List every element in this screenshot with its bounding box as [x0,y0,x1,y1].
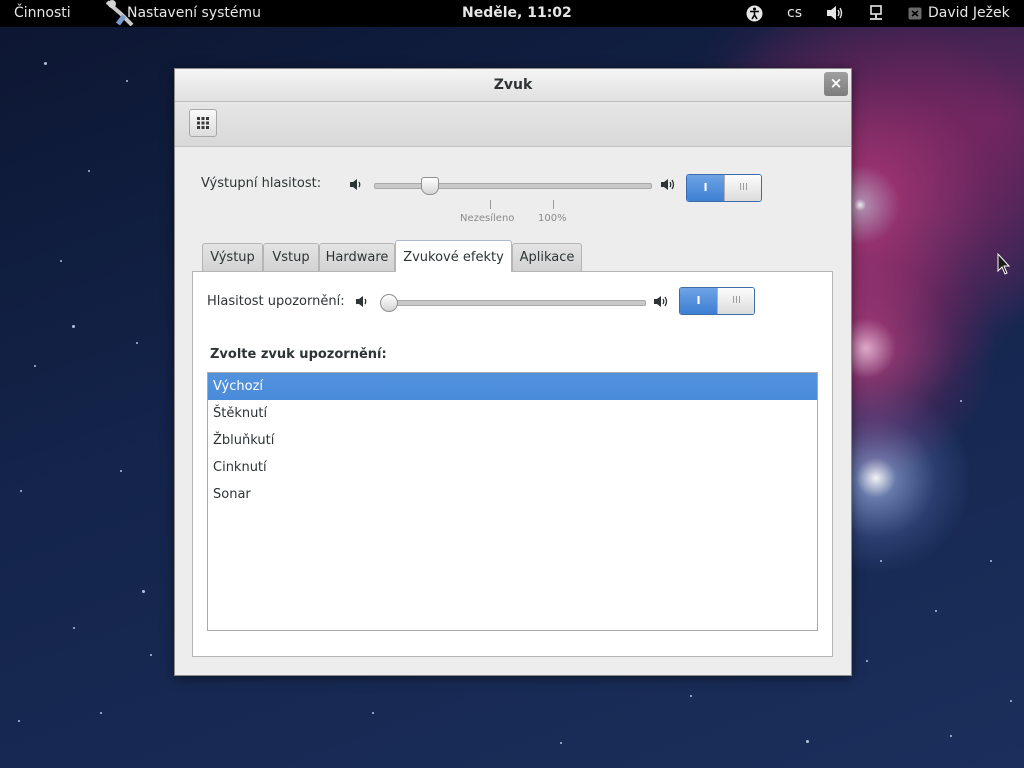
alert-volume-slider[interactable] [381,300,646,306]
choose-alert-sound-heading: Zvolte zvuk upozornění: [210,347,387,362]
volume-high-icon[interactable] [653,295,670,308]
user-menu[interactable]: David Ježek [928,0,1010,27]
volume-high-icon[interactable] [660,178,677,191]
close-icon: × [829,74,843,92]
clock[interactable]: Neděle, 11:02 [462,0,572,27]
output-mute-switch[interactable]: I III [686,174,762,202]
window-titlebar[interactable]: Zvuk × [175,69,851,102]
list-item[interactable]: Sonar [208,481,817,508]
activities-button[interactable]: Činnosti [14,0,71,27]
list-item[interactable]: Výchozí [208,373,817,400]
window-toolbar [175,102,851,147]
list-item[interactable]: Cinknutí [208,454,817,481]
switch-knob: III [717,288,754,314]
alert-mute-switch[interactable]: I III [679,287,755,315]
app-menu[interactable]: Nastavení systému [127,0,261,27]
grid-icon [197,117,209,129]
window-title: Zvuk [493,77,533,93]
switch-on-label: I [687,175,724,201]
user-status-icon[interactable] [908,7,922,20]
language-indicator[interactable]: cs [787,0,802,27]
full-volume-label: 100% [538,213,567,224]
switch-on-label: I [680,288,717,314]
output-volume-label: Výstupní hlasitost: [201,176,322,191]
top-panel: Činnosti Nastavení systému Neděle, 11:02… [0,0,1024,27]
unamplified-label: Nezesíleno [460,213,515,224]
tab-applications[interactable]: Aplikace [512,243,582,271]
alert-volume-label: Hlasitost upozornění: [207,294,345,309]
volume-icon[interactable] [826,5,844,21]
accessibility-icon[interactable] [746,5,763,22]
alert-volume-handle[interactable] [380,294,398,312]
volume-low-icon[interactable] [349,178,364,191]
list-item[interactable]: Štěknutí [208,400,817,427]
close-button[interactable]: × [824,72,848,96]
network-icon[interactable] [868,5,884,22]
volume-low-icon[interactable] [355,295,370,308]
output-volume-slider[interactable] [374,183,652,189]
list-item[interactable]: Žbluňkutí [208,427,817,454]
tab-output[interactable]: Výstup [202,243,263,271]
alert-sound-list[interactable]: Výchozí Štěknutí Žbluňkutí Cinknutí Sona… [207,372,818,631]
full-volume-mark [553,200,554,209]
switch-knob: III [724,175,761,201]
tab-hardware[interactable]: Hardware [319,243,395,271]
sound-effects-panel: Hlasitost upozornění: I III Zvolte zvuk … [192,271,833,657]
unamplified-mark [490,200,491,209]
sound-settings-window: Zvuk × Výstupní hlasitost: Nezesíleno 10… [174,68,852,676]
all-settings-button[interactable] [189,109,217,137]
tab-sound-effects[interactable]: Zvukové efekty [395,240,512,272]
output-volume-handle[interactable] [421,177,440,195]
mouse-cursor-icon [997,253,1011,275]
tab-input[interactable]: Vstup [263,243,319,271]
